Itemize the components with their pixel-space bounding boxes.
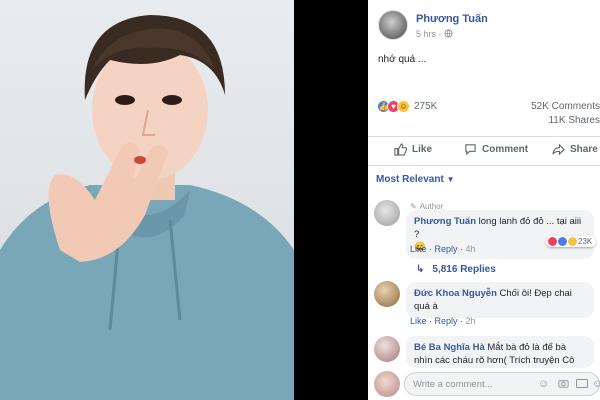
commenter-name[interactable]: Bé Ba Nghĩa Hà: [414, 342, 485, 353]
comment-reply-link[interactable]: Reply: [435, 316, 458, 326]
thumbs-up-icon: [394, 143, 407, 156]
comment-reactions[interactable]: 23K: [546, 236, 597, 247]
camera-icon[interactable]: [557, 378, 570, 391]
view-replies-link[interactable]: ↳ 5,816 Replies: [416, 264, 496, 275]
comment-meta: Like · Reply · 2h: [410, 316, 476, 326]
viewer-avatar: [374, 371, 400, 397]
comment-count[interactable]: 52K Comments: [531, 101, 600, 112]
commenter-name[interactable]: Đức Khoa Nguyễn: [414, 288, 497, 299]
post-photo[interactable]: [0, 0, 294, 400]
reply-arrow-icon: ↳: [416, 264, 425, 275]
share-button[interactable]: Share: [552, 143, 598, 156]
like-button[interactable]: Like: [394, 143, 432, 156]
comment-bubble: Đức Khoa Nguyễn Chối ôi! Đẹp chai quá à: [406, 282, 594, 318]
comment-time[interactable]: 4h: [466, 244, 476, 254]
comment-composer: Write a comment... ☺ ☺: [368, 368, 600, 400]
commenter-avatar[interactable]: [374, 200, 400, 226]
post-text: nhớ quá ...: [378, 54, 427, 65]
comment-reply-link[interactable]: Reply: [435, 244, 458, 254]
like-label: Like: [412, 144, 433, 155]
comment-like-link[interactable]: Like: [410, 244, 427, 254]
gif-icon[interactable]: [575, 378, 588, 391]
commenter-avatar[interactable]: [374, 281, 400, 307]
comment-time[interactable]: 2h: [466, 316, 476, 326]
comment-reaction-count: 23K: [578, 237, 593, 246]
share-icon: [552, 143, 565, 156]
sort-label: Most Relevant: [376, 174, 444, 185]
emoji-icon[interactable]: ☺: [537, 378, 550, 391]
comment-meta: Like · Reply · 4h: [410, 244, 476, 254]
comment-label: Comment: [482, 144, 529, 155]
comment-input-placeholder: Write a comment...: [413, 379, 493, 390]
haha-reaction-icon: ☺: [397, 100, 410, 113]
comment-icon: [464, 143, 477, 156]
commenter-name[interactable]: Phương Tuấn: [414, 216, 476, 227]
post-meta: 5 hrs ·: [416, 29, 453, 39]
photo-viewer: Phương Tuấn 5 hrs · nhớ quá ... 👍 ♥ ☺ 27…: [0, 0, 600, 400]
commenter-avatar[interactable]: [374, 336, 400, 362]
post-header: Phương Tuấn 5 hrs ·: [368, 0, 600, 46]
haha-mini-icon: [568, 237, 577, 246]
reaction-count[interactable]: 275K: [414, 101, 437, 112]
share-count[interactable]: 11K Shares: [548, 115, 600, 126]
photo-illustration: [0, 15, 294, 400]
comment-bubble: Bé Ba Nghĩa Hà Mắt bà đỏ là để bà nhìn c…: [406, 336, 594, 368]
author-avatar[interactable]: [378, 10, 408, 40]
comment-sort-dropdown[interactable]: Most Relevant ▼: [376, 174, 455, 185]
like-mini-icon: [558, 237, 567, 246]
love-mini-icon: [548, 237, 557, 246]
comment-like-link[interactable]: Like: [410, 316, 427, 326]
replies-label: 5,816 Replies: [432, 264, 496, 275]
post-time[interactable]: 5 hrs: [416, 29, 436, 39]
post-stats: 👍 ♥ ☺ 275K 52K Comments 11K Shares: [368, 96, 600, 126]
author-name-link[interactable]: Phương Tuấn: [416, 13, 488, 25]
post-actions: Like Comment Share: [368, 136, 600, 166]
viewer-gap: [294, 0, 368, 400]
globe-icon: [444, 29, 453, 39]
share-label: Share: [570, 144, 598, 155]
sticker-icon[interactable]: ☺: [591, 378, 600, 391]
comment-input[interactable]: Write a comment... ☺ ☺: [404, 372, 600, 396]
post-panel: Phương Tuấn 5 hrs · nhớ quá ... 👍 ♥ ☺ 27…: [368, 0, 600, 400]
chevron-down-icon: ▼: [446, 175, 455, 184]
meta-separator: ·: [438, 29, 442, 39]
comment-button[interactable]: Comment: [464, 143, 528, 156]
